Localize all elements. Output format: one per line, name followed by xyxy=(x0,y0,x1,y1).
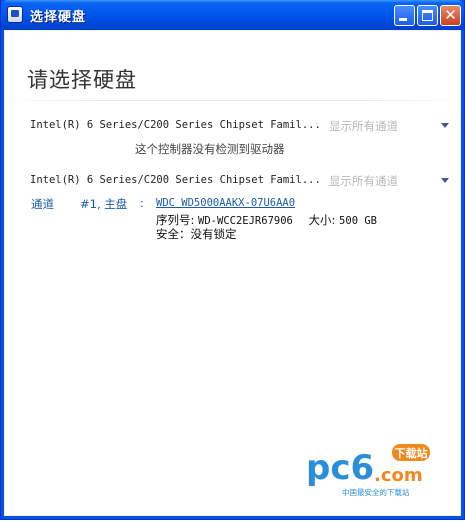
controller-2-dropdown-icon[interactable] xyxy=(441,178,449,183)
controller-2-show-all[interactable]: 显示所有通道 xyxy=(329,173,398,189)
size-value: 500 GB xyxy=(339,215,377,227)
minimize-button[interactable] xyxy=(394,5,415,26)
pc6-logo: 下载站 pc6 .com 中国最安全的下载站 xyxy=(306,444,430,497)
controller-2-separator: · xyxy=(315,174,319,185)
header-divider xyxy=(4,100,461,101)
maximize-icon xyxy=(422,10,433,21)
logo-brand: pc6 xyxy=(306,448,374,488)
logo-suffix: .com xyxy=(374,465,423,486)
channel-colon: : xyxy=(140,196,144,210)
close-icon: ✕ xyxy=(444,6,457,24)
channel-label: 通道 xyxy=(31,197,54,211)
controller-1-dropdown-icon[interactable] xyxy=(441,123,449,128)
controller-1-name: Intel(R) 6 Series/C200 Series Chipset Fa… xyxy=(30,119,321,131)
page-title: 请选择硬盘 xyxy=(27,68,137,92)
window-title: 选择硬盘 xyxy=(30,10,87,25)
controller-1-show-all[interactable]: 显示所有通道 xyxy=(329,118,398,134)
client-area: 请选择硬盘 Intel(R) 6 Series/C200 Series Chip… xyxy=(4,30,461,516)
channel-number: #1, 主盘 xyxy=(80,197,128,211)
drive-model-link[interactable]: WDC WD5000AAKX-07U6AA0 xyxy=(156,197,295,209)
logo-tagline: 中国最安全的下载站 xyxy=(342,487,410,497)
controller-1-separator: · xyxy=(315,119,319,130)
minimize-icon xyxy=(399,18,407,21)
logo-badge: 下载站 xyxy=(395,446,428,460)
maximize-button[interactable] xyxy=(417,5,438,26)
drive-security: 安全：没有锁定 xyxy=(156,227,237,241)
size-label: 大小: xyxy=(308,213,336,227)
close-button[interactable]: ✕ xyxy=(440,5,461,26)
title-bar[interactable]: 选择硬盘 ✕ xyxy=(1,0,464,30)
serial-label: 序列号: xyxy=(156,213,195,227)
app-window: 选择硬盘 ✕ 请选择硬盘 Intel(R) 6 Series/C200 Seri… xyxy=(0,0,465,520)
app-icon xyxy=(7,6,23,23)
controller-2-name: Intel(R) 6 Series/C200 Series Chipset Fa… xyxy=(30,174,321,186)
controller-1-empty-message: 这个控制器没有检测到驱动器 xyxy=(135,142,285,156)
